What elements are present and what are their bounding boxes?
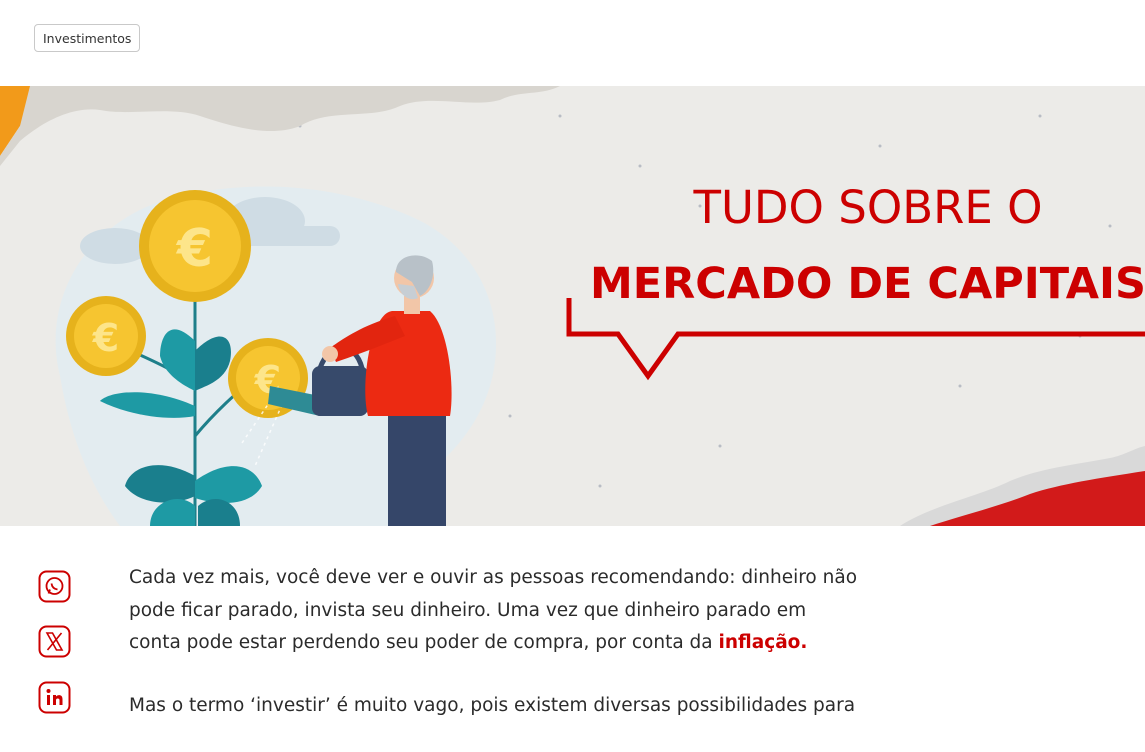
svg-text:€: €	[92, 316, 119, 360]
share-x-button[interactable]	[38, 625, 71, 658]
linkedin-icon	[38, 681, 71, 714]
article-body: Cada vez mais, você deve ver e ouvir as …	[129, 562, 859, 752]
share-whatsapp-button[interactable]	[38, 570, 71, 603]
hero-title-line2: MERCADO DE CAPITAIS	[590, 259, 1145, 309]
article-paragraph: Cada vez mais, você deve ver e ouvir as …	[129, 567, 858, 653]
article-paragraph: Mas o termo ‘investir’ é muito vago, poi…	[129, 694, 856, 716]
svg-text:€: €	[176, 219, 213, 279]
x-twitter-icon	[38, 625, 71, 658]
whatsapp-icon	[38, 570, 71, 603]
share-linkedin-button[interactable]	[38, 681, 71, 714]
hero-banner: € € € TUDO SOBRE O MERCADO DE CAPITAIS	[0, 86, 1145, 526]
hero-title-line1: TUDO SOBRE O	[692, 181, 1042, 234]
category-tag-investimentos[interactable]: Investimentos	[34, 24, 141, 52]
coin-icon: €	[139, 190, 251, 302]
inflacao-link[interactable]: inflação.	[719, 632, 808, 653]
